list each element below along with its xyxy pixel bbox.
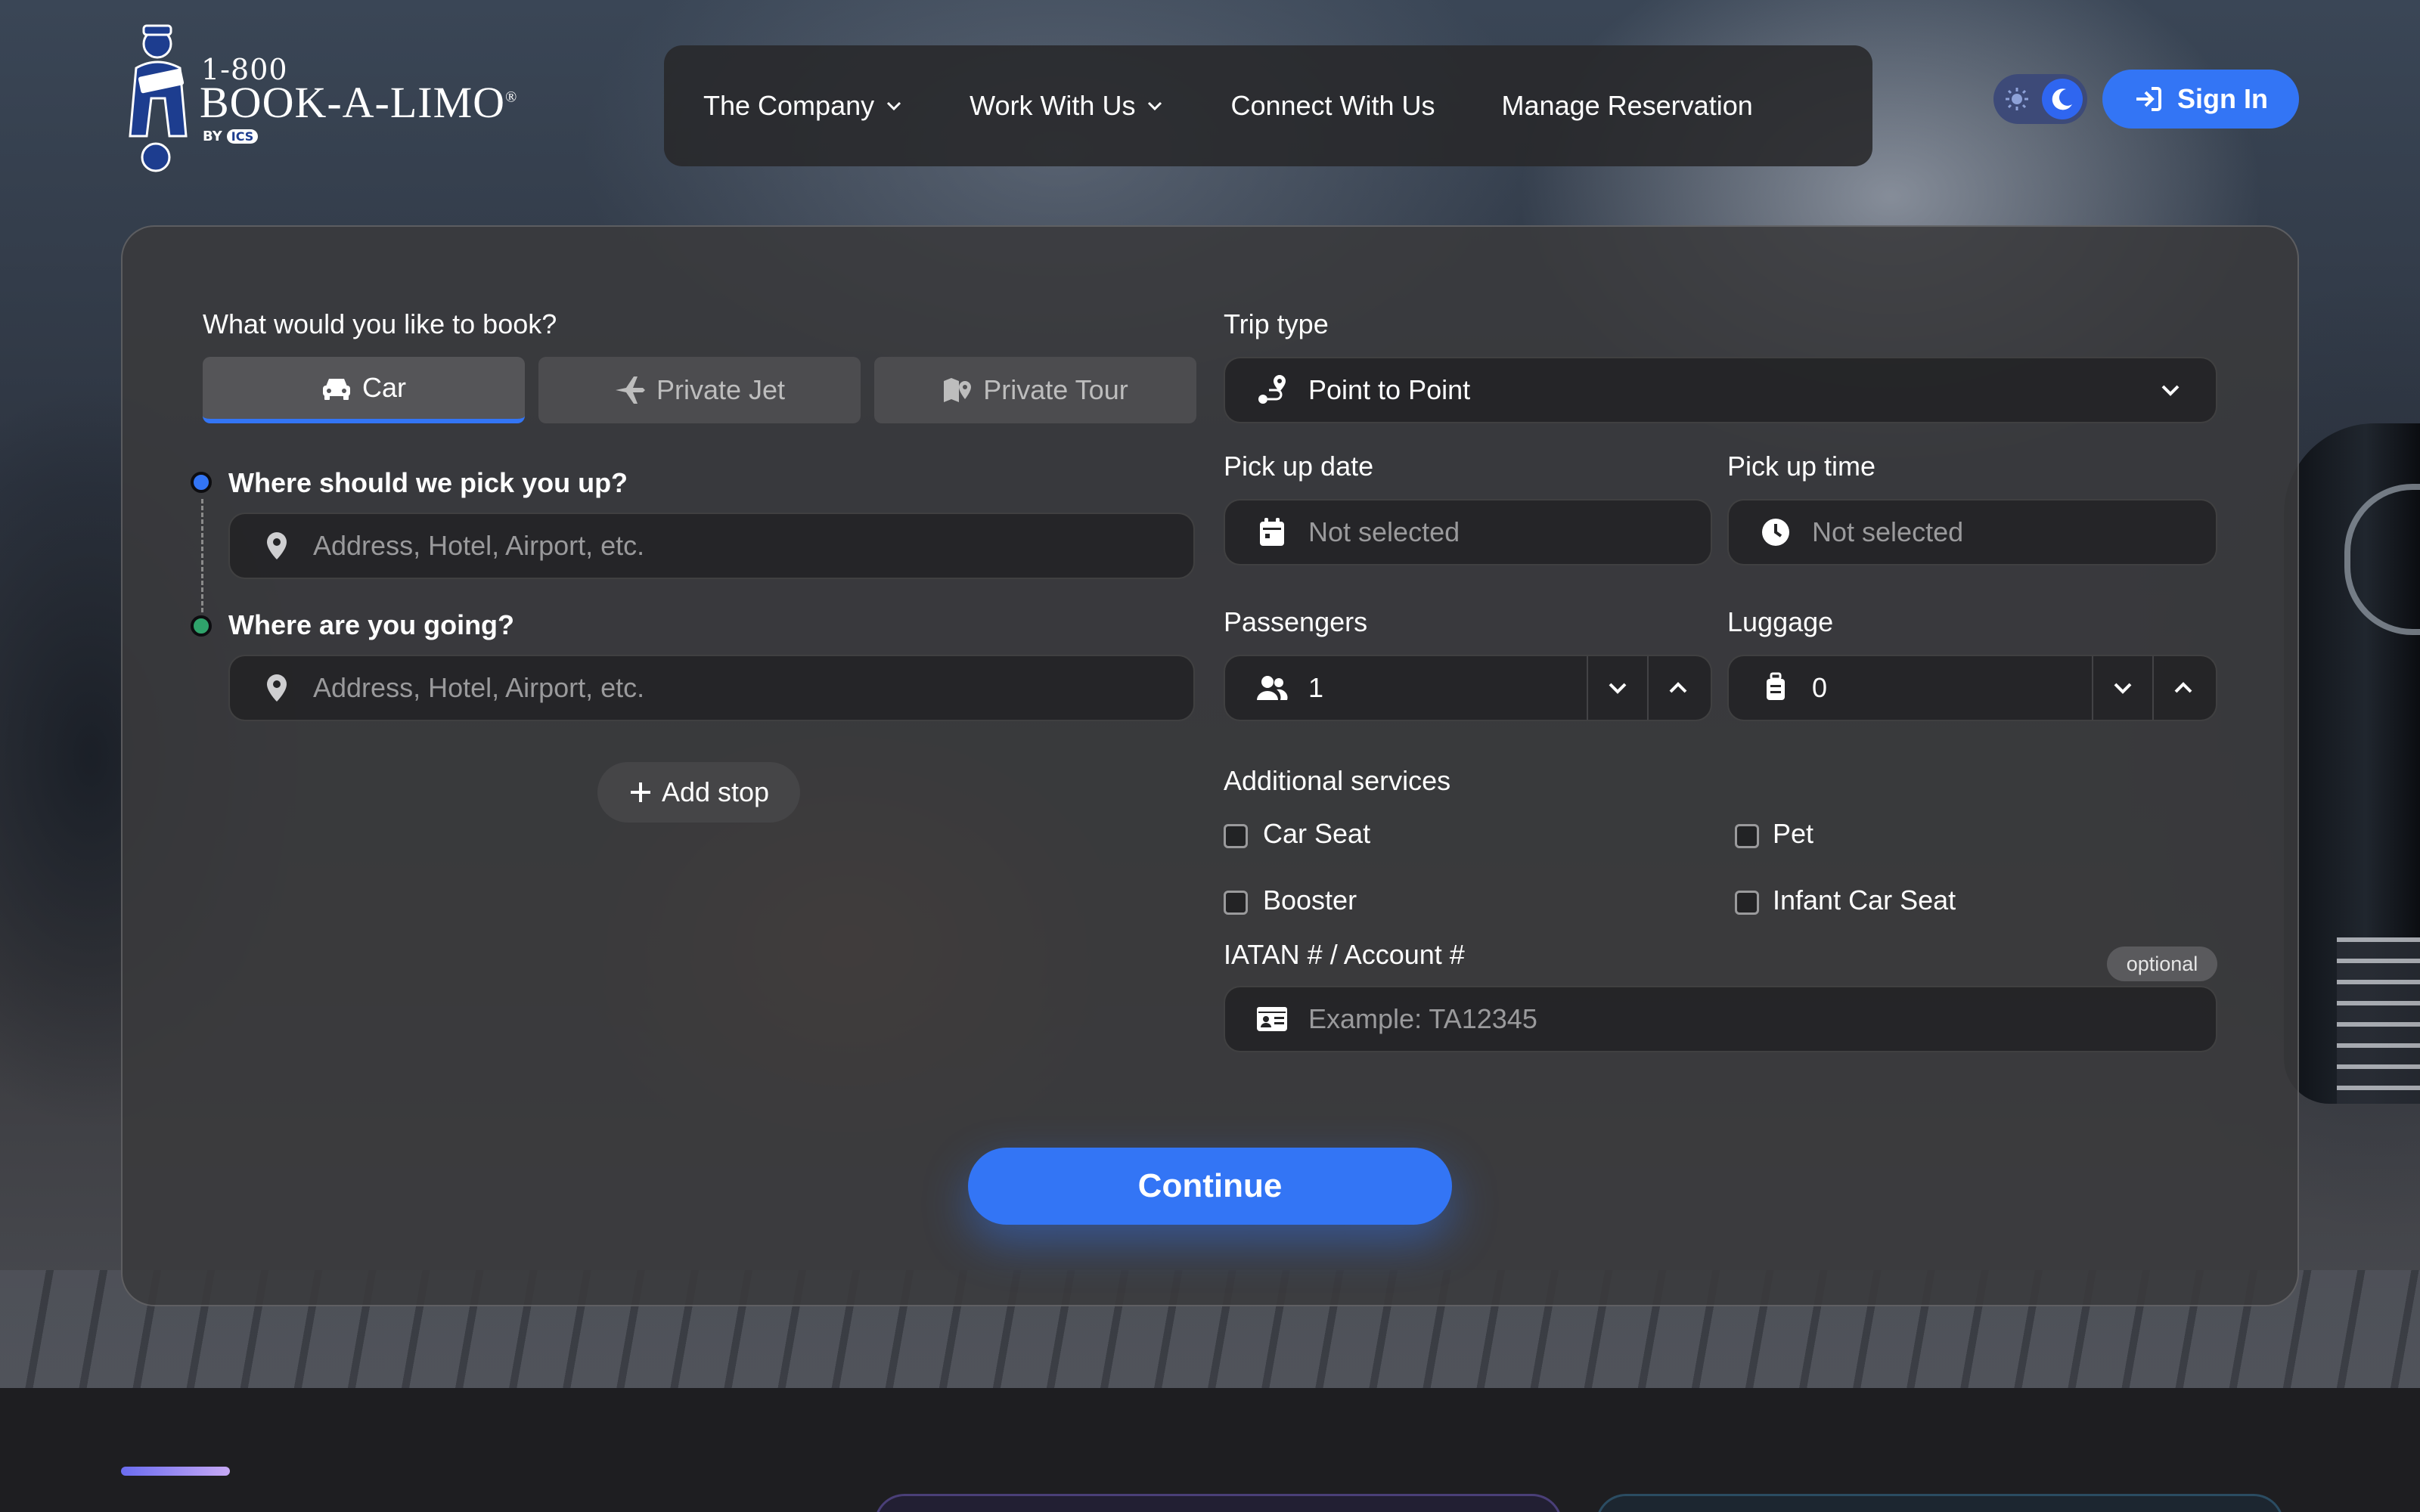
dropoff-dot [191,615,212,637]
location-pin-icon [267,532,287,559]
footer-card [1596,1494,2284,1512]
pickup-date-label: Pick up date [1224,451,1374,482]
car-grille [2337,937,2420,1104]
pickup-input[interactable]: Address, Hotel, Airport, etc. [228,513,1195,579]
pet-checkbox[interactable] [1735,824,1759,848]
moon-icon [2052,88,2072,110]
chauffeur-logo-icon [129,24,188,172]
route-connector [201,499,203,612]
sign-in-label: Sign In [2177,83,2268,114]
pickup-time-label: Pick up time [1727,451,1876,482]
chevron-up-icon [1669,682,1687,693]
continue-button[interactable]: Continue [968,1148,1452,1225]
chevron-down-icon [2114,683,2132,694]
passengers-label: Passengers [1224,606,1368,637]
infant-car-seat-checkbox[interactable] [1735,891,1759,915]
main-nav: The Company Work With Us Connect With Us… [664,45,1872,166]
theme-toggle[interactable] [1993,74,2087,124]
luggage-increment[interactable] [2152,656,2213,720]
tab-private-tour[interactable]: Private Tour [874,357,1196,423]
account-input[interactable]: Example: TA12345 [1224,986,2217,1052]
passengers-increment[interactable] [1647,656,1708,720]
plus-icon [630,782,650,802]
pet-label: Pet [1773,818,1814,849]
car-icon [322,379,350,400]
theme-toggle-knob [2042,79,2083,119]
footer-accent-bar [121,1467,230,1476]
footer-card [874,1494,1562,1512]
location-pin-icon [267,674,287,702]
users-icon [1257,676,1288,700]
passengers-stepper[interactable]: 1 [1224,655,1712,721]
chevron-down-icon [2161,385,2180,396]
suitcase-icon [1767,672,1785,700]
clock-icon [1762,519,1789,546]
calendar-icon [1260,518,1284,546]
sun-icon [2006,88,2028,110]
add-stop-button[interactable]: Add stop [597,762,800,823]
optional-badge: optional [2107,947,2217,981]
pickup-time-input[interactable]: Not selected [1727,499,2217,565]
trip-type-value: Point to Point [1308,374,1471,405]
brand-logo[interactable]: 1-800 BOOK-A-LIMO® BY ICS [121,23,518,174]
pickup-label: Where should we pick you up? [228,467,628,498]
route-icon [1258,375,1286,404]
passengers-value: 1 [1308,672,1324,703]
sign-in-icon [2136,87,2161,111]
pickup-dot [191,472,212,493]
account-placeholder: Example: TA12345 [1308,1003,1537,1034]
additional-services-label: Additional services [1224,765,1451,796]
tab-private-jet[interactable]: Private Jet [538,357,861,423]
luggage-label: Luggage [1727,606,1834,637]
pickup-date-input[interactable]: Not selected [1224,499,1712,565]
booster-label: Booster [1263,885,1357,916]
map-pin-icon [944,378,972,402]
brand-name: BOOK-A-LIMO® [200,78,518,127]
tab-car[interactable]: Car [203,357,525,423]
trip-type-select[interactable]: Point to Point [1224,357,2217,423]
luggage-decrement[interactable] [2092,656,2152,720]
book-question-label: What would you like to book? [203,308,557,339]
nav-the-company[interactable]: The Company [703,90,903,122]
dropoff-input[interactable]: Address, Hotel, Airport, etc. [228,655,1195,721]
car-seat-checkbox[interactable] [1224,824,1248,848]
nav-manage-reservation[interactable]: Manage Reservation [1502,90,1753,122]
pickup-placeholder: Address, Hotel, Airport, etc. [313,530,645,561]
plane-icon [615,376,645,404]
passengers-decrement[interactable] [1587,656,1647,720]
pickup-date-value: Not selected [1308,516,1460,547]
account-label: IATAN # / Account # [1224,939,1465,970]
booster-checkbox[interactable] [1224,891,1248,915]
nav-connect-with-us[interactable]: Connect With Us [1230,90,1435,122]
infant-car-seat-label: Infant Car Seat [1773,885,1956,916]
sign-in-button[interactable]: Sign In [2102,70,2299,129]
id-card-icon [1257,1007,1287,1031]
chevron-down-icon [1609,683,1627,694]
dropoff-placeholder: Address, Hotel, Airport, etc. [313,672,645,703]
luggage-value: 0 [1812,672,1828,703]
chevron-up-icon [2174,682,2192,693]
trip-type-label: Trip type [1224,308,1329,339]
nav-work-with-us[interactable]: Work With Us [970,90,1164,122]
chevron-down-icon [1148,101,1162,111]
brand-by: BY ICS [203,129,259,144]
dropoff-label: Where are you going? [228,609,515,640]
luggage-stepper[interactable]: 0 [1727,655,2217,721]
car-seat-label: Car Seat [1263,818,1371,849]
chevron-down-icon [887,101,901,111]
pickup-time-value: Not selected [1812,516,1964,547]
